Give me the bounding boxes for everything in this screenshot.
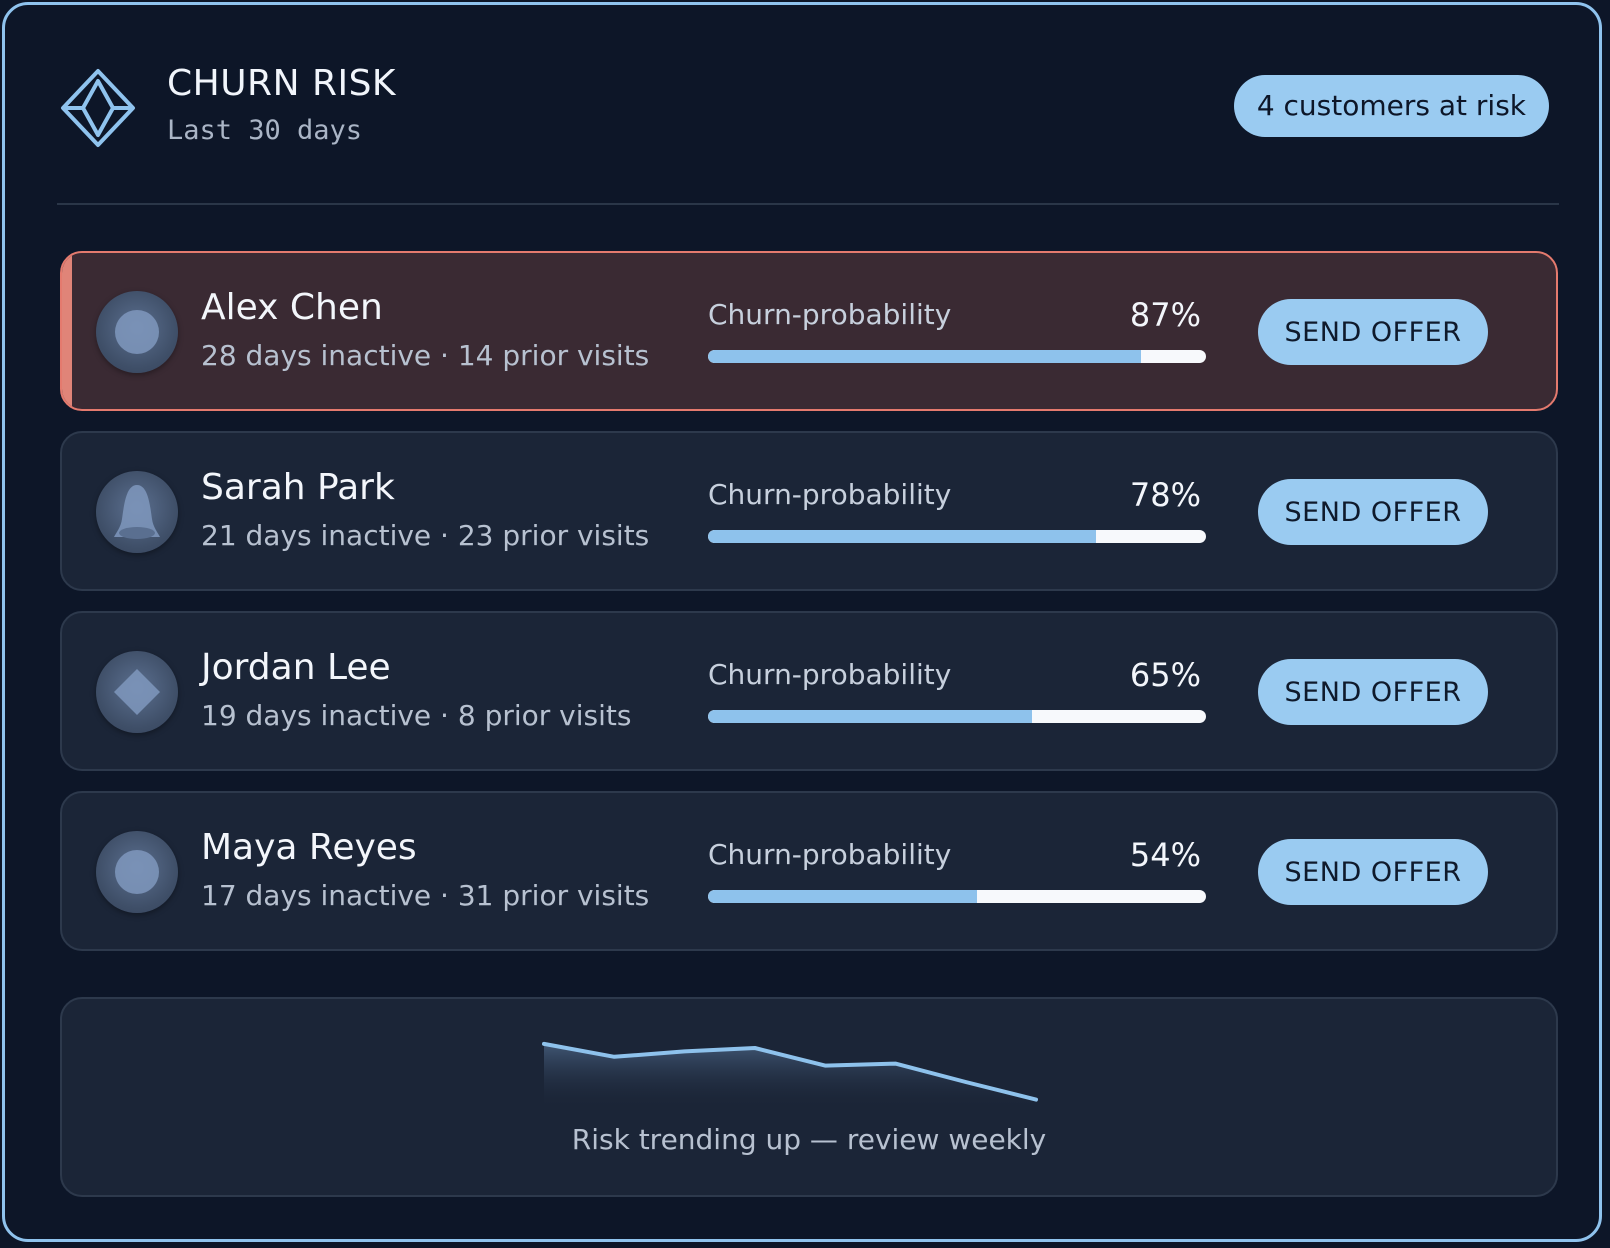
churn-probability-label: Churn-probability xyxy=(708,298,952,331)
bell-avatar-icon xyxy=(96,471,178,553)
churn-probability-fill xyxy=(708,350,1142,363)
customer-card: Alex Chen 28 days inactive · 14 prior vi… xyxy=(60,251,1558,411)
header-divider xyxy=(57,203,1559,205)
churn-risk-panel: CHURN RISK Last 30 days 4 customers at r… xyxy=(2,2,1602,1242)
churn-probability-value: 78% xyxy=(1129,476,1201,514)
customer-card: Sarah Park 21 days inactive · 23 prior v… xyxy=(60,431,1558,591)
churn-probability-fill xyxy=(708,890,977,903)
customer-name: Maya Reyes xyxy=(201,827,417,868)
churn-probability-value: 65% xyxy=(1129,656,1201,694)
churn-probability-bar xyxy=(708,890,1206,903)
risk-trend-sparkline xyxy=(542,1041,1038,1109)
customer-activity: 21 days inactive · 23 prior visits xyxy=(201,519,650,552)
send-offer-button[interactable]: SEND OFFER xyxy=(1258,659,1488,725)
customer-name: Alex Chen xyxy=(201,287,383,328)
churn-probability-label: Churn-probability xyxy=(708,478,952,511)
customer-activity: 28 days inactive · 14 prior visits xyxy=(201,339,650,372)
send-offer-button[interactable]: SEND OFFER xyxy=(1258,299,1488,365)
churn-probability-fill xyxy=(708,530,1097,543)
circle-avatar-icon xyxy=(96,291,178,373)
diamond-avatar-icon xyxy=(96,651,178,733)
churn-probability-value: 54% xyxy=(1129,836,1201,874)
churn-probability-label: Churn-probability xyxy=(708,658,952,691)
churn-probability-label: Churn-probability xyxy=(708,838,952,871)
churn-probability-bar xyxy=(708,710,1206,723)
customer-activity: 19 days inactive · 8 prior visits xyxy=(201,699,632,732)
churn-probability-bar xyxy=(708,530,1206,543)
trend-caption: Risk trending up — review weekly xyxy=(571,1123,1047,1156)
churn-probability-fill xyxy=(708,710,1032,723)
circle-avatar-icon xyxy=(96,831,178,913)
risk-trend-card: Risk trending up — review weekly xyxy=(60,997,1558,1197)
customer-name: Jordan Lee xyxy=(201,647,391,688)
diamond-logo-icon xyxy=(57,67,139,149)
send-offer-button[interactable]: SEND OFFER xyxy=(1258,839,1488,905)
churn-probability-value: 87% xyxy=(1129,296,1201,334)
customer-name: Sarah Park xyxy=(201,467,395,508)
page-title: CHURN RISK xyxy=(167,63,397,104)
customer-card: Maya Reyes 17 days inactive · 31 prior v… xyxy=(60,791,1558,951)
customer-activity: 17 days inactive · 31 prior visits xyxy=(201,879,650,912)
send-offer-button[interactable]: SEND OFFER xyxy=(1258,479,1488,545)
at-risk-count-badge: 4 customers at risk xyxy=(1233,75,1549,137)
customer-card: Jordan Lee 19 days inactive · 8 prior vi… xyxy=(60,611,1558,771)
churn-probability-bar xyxy=(708,350,1206,363)
date-range-label: Last 30 days xyxy=(167,115,363,146)
sparkline-area xyxy=(544,1043,1036,1109)
